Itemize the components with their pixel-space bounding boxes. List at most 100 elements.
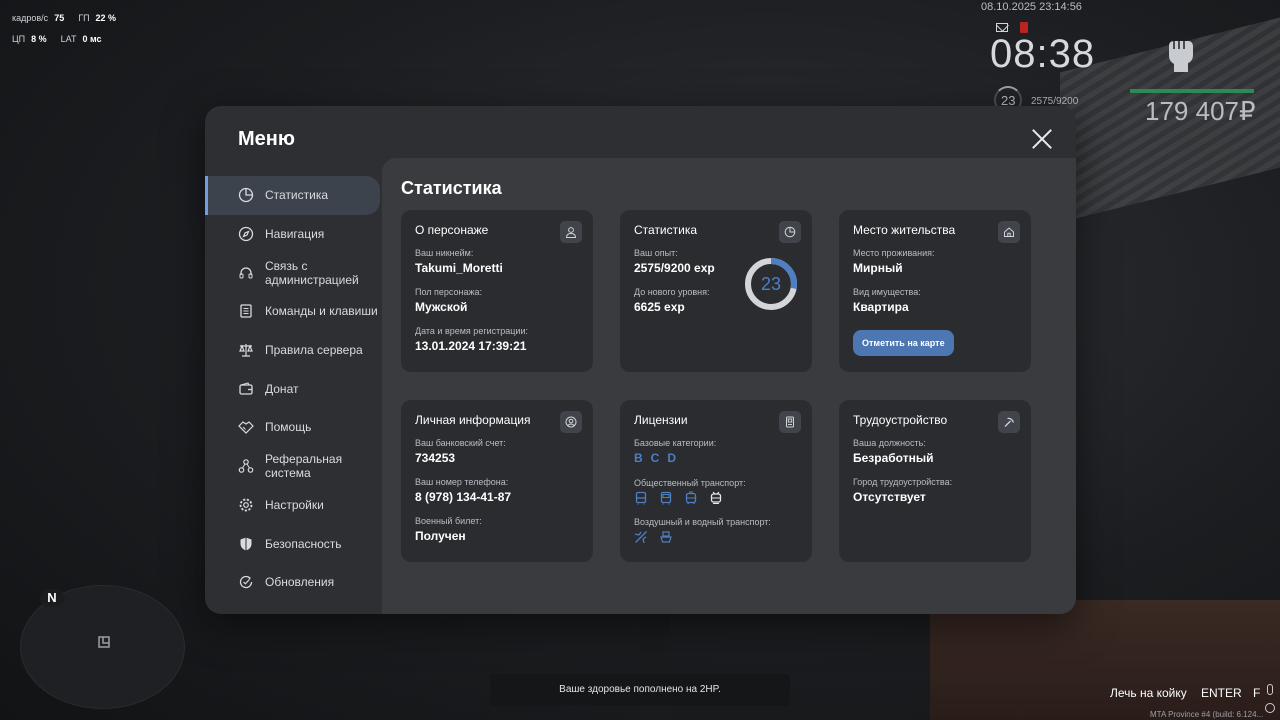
bank-label: Ваш банковский счет: — [415, 438, 506, 448]
sidebar-item-label: Донат — [265, 381, 299, 396]
position-value: Безработный — [853, 451, 934, 465]
level-value: 23 — [760, 274, 782, 294]
sidebar-item-settings[interactable]: Настройки — [205, 486, 380, 525]
action-key: ENTER — [1201, 686, 1242, 700]
plane-icon — [634, 531, 647, 544]
sidebar-item-label: Статистика — [265, 188, 329, 203]
bus-icon — [660, 491, 672, 505]
refresh-icon — [237, 573, 255, 591]
home-icon — [998, 221, 1020, 243]
user-icon — [560, 221, 582, 243]
fps-stat: кадров/с 75 — [12, 13, 65, 23]
military-label: Военный билет: — [415, 516, 482, 526]
notification-toast: Ваше здоровье пополнено на 2HP. — [490, 674, 790, 706]
city-label: Город трудоустройства: — [853, 477, 953, 487]
licenses-card: Лицензии Базовые категории: B C D Общест… — [620, 400, 812, 562]
property-label: Вид имущества: — [853, 287, 921, 297]
sidebar-item-label: Навигация — [265, 227, 325, 242]
bank-value: 734253 — [415, 451, 456, 465]
card-title: Место жительства — [853, 223, 956, 237]
settings-icon — [1265, 703, 1275, 713]
bus-icon — [635, 491, 647, 505]
license-categories: B C D — [634, 451, 798, 465]
profile-icon — [560, 411, 582, 433]
nickname-label: Ваш никнейм: — [415, 248, 474, 258]
position-label: Ваша должность: — [853, 438, 926, 448]
sidebar-item-label: Команды и клавиши — [265, 304, 378, 319]
shield-icon — [237, 535, 255, 553]
sidebar-item-donate[interactable]: Донат — [205, 369, 380, 408]
sidebar-item-label: Обновления — [265, 575, 335, 590]
tram-icon — [685, 491, 697, 505]
mark-on-map-button[interactable]: Отметить на карте — [853, 330, 954, 356]
sidebar-item-admin-contact[interactable]: Связь с администрацией — [205, 253, 380, 292]
menu-window: Меню Статистика Навигация Связь с админи… — [205, 106, 1076, 614]
military-value: Получен — [415, 529, 466, 543]
content-panel: Статистика О персонаже Ваш никнейм: Taku… — [382, 158, 1076, 614]
build-info: MTA Province #4 (build: 6.124... — [1150, 710, 1264, 719]
sidebar-item-security[interactable]: Безопасность — [205, 524, 380, 563]
handshake-icon — [237, 418, 255, 436]
sidebar-item-label: Безопасность — [265, 536, 342, 551]
sidebar-item-referral[interactable]: Реферальная система — [205, 447, 380, 486]
sidebar: Статистика Навигация Связь с администрац… — [205, 176, 380, 602]
pickaxe-icon — [998, 411, 1020, 433]
gender-label: Пол персонажа: — [415, 287, 483, 297]
sidebar-item-label: Связь с администрацией — [265, 258, 359, 287]
hud-clock: 08:38 — [990, 32, 1096, 76]
compass-icon — [237, 225, 255, 243]
license-category: B — [634, 451, 643, 465]
latency-stat: LAT 0 мс — [60, 34, 102, 44]
pie-chart-icon — [779, 221, 801, 243]
pie-chart-icon — [237, 186, 255, 204]
mail-icon — [996, 23, 1008, 32]
scales-icon — [237, 341, 255, 359]
license-category: C — [650, 451, 660, 465]
card-title: О персонаже — [415, 223, 489, 237]
sidebar-item-help[interactable]: Помощь — [205, 408, 380, 447]
public-transport-icons — [634, 491, 798, 505]
close-button[interactable] — [1031, 128, 1053, 150]
phone-label: Ваш номер телефона: — [415, 477, 509, 487]
sidebar-item-statistics[interactable]: Статистика — [205, 176, 380, 215]
phone-value: 8 (978) 134-41-87 — [415, 490, 512, 504]
registration-label: Дата и время регистрации: — [415, 326, 528, 336]
sidebar-item-navigation[interactable]: Навигация — [205, 215, 380, 254]
character-card: О персонаже Ваш никнейм: Takumi_Moretti … — [401, 210, 593, 372]
personal-info-card: Личная информация Ваш банковский счет: 7… — [401, 400, 593, 562]
sidebar-item-label: Реферальная система — [265, 452, 343, 481]
gender-value: Мужской — [415, 300, 468, 314]
gear-icon — [237, 496, 255, 514]
microphone-icon — [1267, 684, 1273, 695]
headset-icon — [237, 264, 255, 282]
sidebar-item-commands[interactable]: Команды и клавиши — [205, 292, 380, 331]
document-icon — [237, 302, 255, 320]
air-water-transport-label: Воздушный и водный транспорт: — [634, 517, 771, 527]
network-icon — [237, 457, 255, 475]
place-value: Мирный — [853, 261, 903, 275]
public-transport-label: Общественный транспорт: — [634, 478, 746, 488]
property-value: Квартира — [853, 300, 909, 314]
health-bar — [1130, 89, 1254, 93]
page-title: Статистика — [401, 178, 502, 198]
hud-datetime: 08.10.2025 23:14:56 — [981, 1, 1082, 13]
sidebar-item-label: Настройки — [265, 497, 324, 512]
performance-overlay: кадров/с 75 ГП 22 % ЦП 8 % LAT 0 мс — [12, 13, 116, 55]
city-value: Отсутствует — [853, 490, 926, 504]
air-water-transport-icons — [634, 530, 798, 544]
stats-card: Статистика Ваш опыт: 2575/9200 exp До но… — [620, 210, 812, 372]
residence-card: Место жительства Место проживания: Мирны… — [839, 210, 1031, 372]
basic-categories-label: Базовые категории: — [634, 438, 717, 448]
license-icon — [779, 411, 801, 433]
license-category: D — [667, 451, 677, 465]
background-floor — [930, 600, 1280, 720]
fist-icon — [1169, 41, 1193, 72]
action-key-secondary: F — [1253, 686, 1261, 700]
trolley-icon — [710, 491, 722, 504]
sidebar-item-label: Помощь — [265, 420, 312, 435]
gpu-stat: ГП 22 % — [78, 13, 117, 23]
sidebar-item-rules[interactable]: Правила сервера — [205, 331, 380, 370]
sidebar-item-updates[interactable]: Обновления — [205, 563, 380, 602]
minimap-north-marker: N — [40, 589, 64, 607]
wallet-icon — [237, 380, 255, 398]
